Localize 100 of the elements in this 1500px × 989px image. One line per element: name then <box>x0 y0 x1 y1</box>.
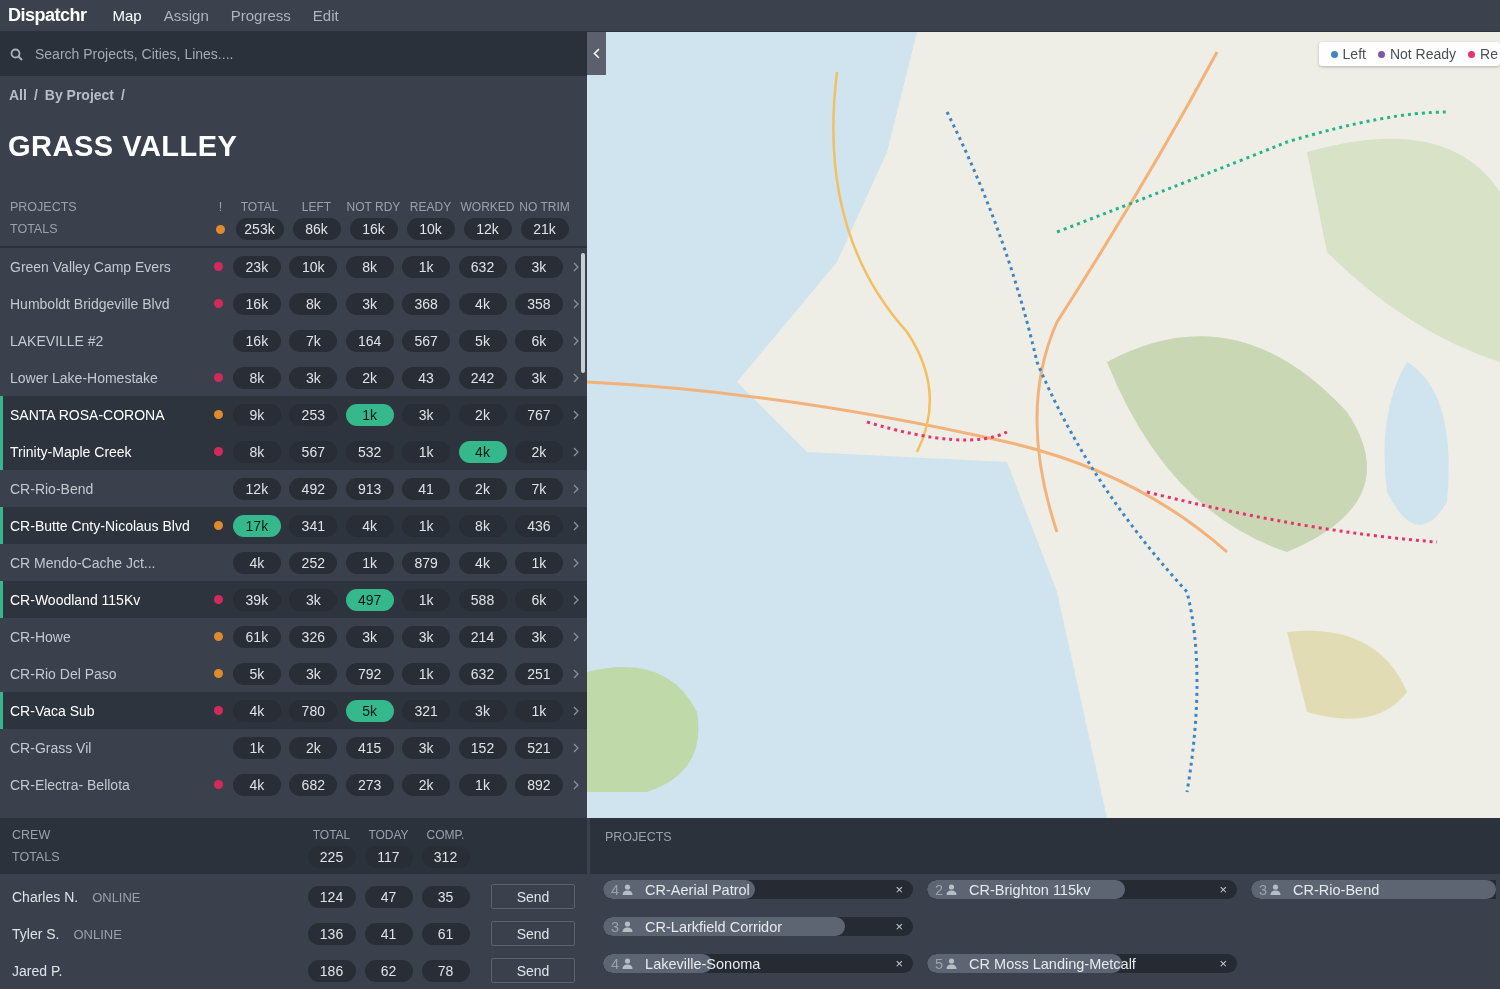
crew-count: 5 <box>935 955 944 972</box>
crew-status: ONLINE <box>73 926 122 942</box>
project-row[interactable]: CR-Grass Vil 1k 2k 415 3k 152 521 <box>0 729 587 766</box>
value-pill: 3k <box>458 699 507 722</box>
search-icon <box>10 47 23 61</box>
value-pill: 3k <box>514 625 563 648</box>
total-pill: 21k <box>520 218 569 240</box>
crew-status: ONLINE <box>92 889 141 905</box>
project-row[interactable]: CR-Woodland 115Kv 39k 3k 497 1k 588 6k <box>0 581 587 618</box>
collapse-button[interactable] <box>587 32 606 75</box>
person-icon <box>946 958 958 969</box>
value-pill: 5k <box>345 699 394 722</box>
project-chip[interactable]: 3 CR-Larkfield Corridor × <box>603 917 913 936</box>
value-pill: 273 <box>345 773 394 796</box>
project-name: CR-Butte Cnty-Nicolaus Blvd <box>9 517 191 534</box>
value-pill: 17k <box>232 514 281 537</box>
total-pill: 16k <box>349 218 398 240</box>
project-row[interactable]: Green Valley Camp Evers 23k 10k 8k 1k 632 3k <box>0 248 587 285</box>
crew-count: 4 <box>611 881 620 898</box>
search-field[interactable]: Search Projects, Cities, Lines.... <box>0 32 587 76</box>
remove-button[interactable]: × <box>895 882 903 897</box>
project-row[interactable]: Lower Lake-Homestake 8k 3k 2k 43 242 3k <box>0 359 587 396</box>
chevron-right-icon <box>573 446 580 457</box>
value-pill: 214 <box>458 625 507 648</box>
remove-button[interactable]: × <box>1219 882 1227 897</box>
project-row[interactable]: SANTA ROSA-CORONA 9k 253 1k 3k 2k 767 <box>0 396 587 433</box>
value-pill: 136 <box>307 922 356 945</box>
send-button[interactable]: Send <box>491 921 575 946</box>
project-row[interactable]: CR-Rio-Bend 12k 492 913 41 2k 7k <box>0 470 587 507</box>
value-pill: 16k <box>232 292 281 315</box>
chevron-right-icon <box>573 705 580 716</box>
chevron-right-icon <box>573 483 580 494</box>
value-pill: 567 <box>402 329 451 352</box>
value-pill: 341 <box>289 514 338 537</box>
value-pill: 780 <box>289 699 338 722</box>
project-chip[interactable]: 4 CR-Aerial Patrol × <box>603 880 913 899</box>
value-pill: 1k <box>345 551 394 574</box>
value-pill: 7k <box>514 477 563 500</box>
nav-tab[interactable]: Progress <box>230 7 291 24</box>
project-chip[interactable]: 4 Lakeville-Sonoma × <box>603 954 913 973</box>
crew-count: 2 <box>935 881 944 898</box>
chip-label: CR-Brighton 115kv <box>969 881 1091 898</box>
chevron-right-icon <box>573 520 580 531</box>
project-row[interactable]: CR-Rio Del Paso 5k 3k 792 1k 632 251 <box>0 655 587 692</box>
person-icon <box>1270 884 1282 895</box>
send-button[interactable]: Send <box>491 884 575 909</box>
person-icon <box>622 958 634 969</box>
project-chip[interactable]: 2 CR-Brighton 115kv × <box>927 880 1237 899</box>
nav-tab[interactable]: Edit <box>312 7 339 24</box>
value-pill: 632 <box>458 662 507 685</box>
nav-tab[interactable]: Map <box>112 7 142 24</box>
project-name: CR-Rio Del Paso <box>9 665 118 682</box>
project-row[interactable]: CR-Butte Cnty-Nicolaus Blvd 17k 341 4k 1k 8k 436 <box>0 507 587 544</box>
project-row[interactable]: Humboldt Bridgeville Blvd 16k 8k 3k 368 4k 358 <box>0 285 587 322</box>
person-icon <box>622 921 634 932</box>
value-pill: 792 <box>345 662 394 685</box>
value-pill: 253 <box>289 403 338 426</box>
value-pill: 497 <box>345 588 394 611</box>
project-name: CR-Electra- Bellota <box>9 776 131 793</box>
chevron-right-icon <box>573 261 580 272</box>
chip-label: CR-Rio-Bend <box>1293 881 1380 898</box>
total-pill: 10k <box>406 218 455 240</box>
value-pill: 1k <box>402 440 451 463</box>
project-name: Green Valley Camp Evers <box>9 258 172 275</box>
total-pill: 12k <box>463 218 512 240</box>
project-chip[interactable]: 5 CR Moss Landing-Metcalf × <box>927 954 1237 973</box>
value-pill: 43 <box>402 366 451 389</box>
remove-button[interactable]: × <box>1219 956 1227 971</box>
value-pill: 242 <box>458 366 507 389</box>
project-chip[interactable]: 3 CR-Rio-Bend <box>1251 880 1496 899</box>
column-header: TOTAL <box>239 200 280 214</box>
value-pill: 3k <box>514 366 563 389</box>
project-row[interactable]: CR-Howe 61k 326 3k 3k 214 3k <box>0 618 587 655</box>
project-name: CR-Howe <box>9 628 72 645</box>
remove-button[interactable]: × <box>895 956 903 971</box>
project-row[interactable]: LAKEVILLE #2 16k 7k 164 567 5k 6k <box>0 322 587 359</box>
send-button[interactable]: Send <box>491 958 575 983</box>
column-header: TOTAL <box>311 828 352 842</box>
value-pill: 4k <box>458 551 507 574</box>
remove-button[interactable]: × <box>895 919 903 934</box>
value-pill: 368 <box>402 292 451 315</box>
value-pill: 4k <box>345 514 394 537</box>
search-input[interactable]: Search Projects, Cities, Lines.... <box>33 45 537 63</box>
value-pill: 39k <box>232 588 281 611</box>
project-row[interactable]: Trinity-Maple Creek 8k 567 532 1k 4k 2k <box>0 433 587 470</box>
breadcrumb-link[interactable]: All <box>9 87 27 103</box>
breadcrumb-link[interactable]: By Project <box>44 87 115 103</box>
project-row[interactable]: CR-Vaca Sub 4k 780 5k 321 3k 1k <box>0 692 587 729</box>
nav-tab[interactable]: Assign <box>163 7 209 24</box>
value-pill: 1k <box>402 662 451 685</box>
total-pill: 253k <box>235 218 284 240</box>
crew-name: Tyler S. <box>12 925 60 942</box>
value-pill: 1k <box>514 699 563 722</box>
value-pill: 61 <box>421 922 470 945</box>
project-row[interactable]: CR-Electra- Bellota 4k 682 273 2k 1k 892 <box>0 766 587 803</box>
project-name: CR Mendo-Cache Jct... <box>9 554 157 571</box>
column-header: WORKED <box>459 200 516 214</box>
column-header: NO TRIM <box>518 200 571 214</box>
project-row[interactable]: CR Mendo-Cache Jct... 4k 252 1k 879 4k 1k <box>0 544 587 581</box>
scrollbar[interactable] <box>581 253 585 373</box>
